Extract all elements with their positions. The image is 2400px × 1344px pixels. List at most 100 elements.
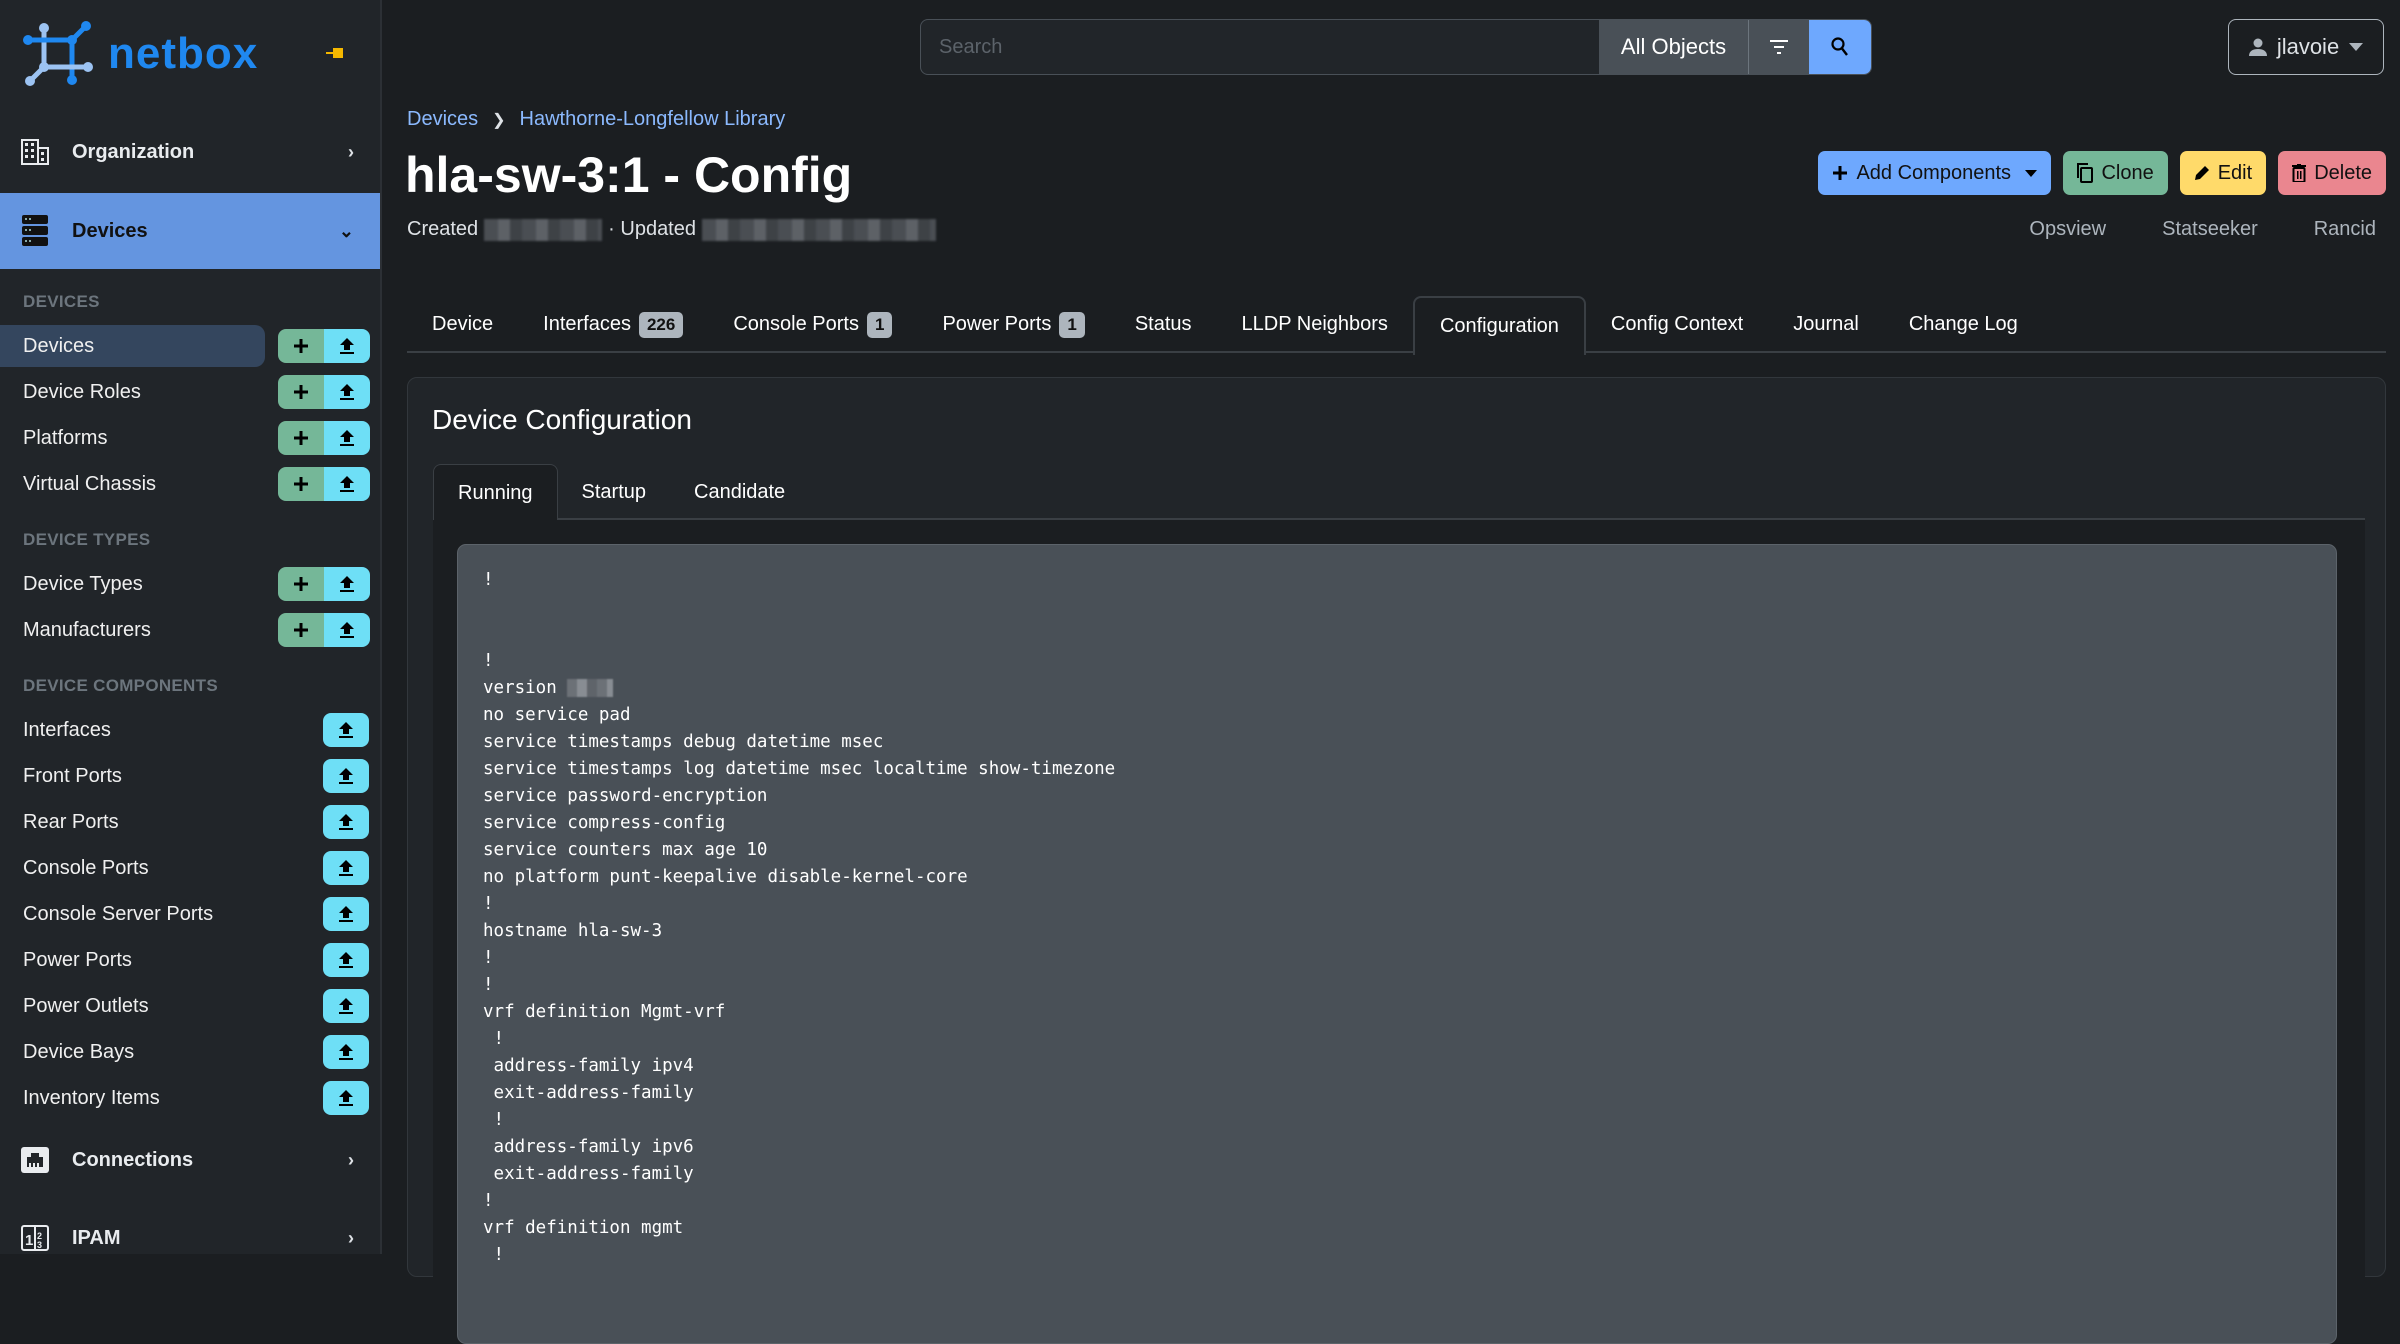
sidebar-item-inventory-items[interactable]: Inventory Items	[0, 1077, 265, 1119]
link-statseeker[interactable]: Statseeker	[2162, 218, 2258, 241]
import-button[interactable]	[323, 805, 369, 839]
import-button[interactable]	[323, 759, 369, 793]
link-rancid[interactable]: Rancid	[2314, 218, 2376, 241]
config-text: version	[483, 678, 568, 698]
tab-device[interactable]: Device	[407, 296, 518, 353]
import-button[interactable]	[323, 851, 369, 885]
netbox-logo-icon	[23, 21, 93, 86]
subtab-candidate[interactable]: Candidate	[670, 464, 809, 520]
add-button[interactable]	[278, 467, 324, 501]
link-opsview[interactable]: Opsview	[2029, 218, 2106, 241]
redacted-value	[567, 679, 614, 697]
item-actions	[278, 467, 370, 501]
import-button[interactable]	[323, 713, 369, 747]
config-line: hostname hla-sw-3	[483, 921, 663, 941]
server-icon	[20, 215, 50, 246]
upload-icon	[340, 384, 354, 400]
breadcrumb-link-site[interactable]: Hawthorne-Longfellow Library	[520, 108, 786, 131]
tab-power-ports[interactable]: Power Ports 1	[917, 296, 1109, 353]
section-title: DEVICES	[23, 292, 100, 311]
tab-label: Interfaces	[543, 313, 631, 335]
sidebar-item-power-ports[interactable]: Power Ports	[0, 939, 265, 981]
sidebar-item-front-ports[interactable]: Front Ports	[0, 755, 265, 797]
subtab-running[interactable]: Running	[433, 464, 558, 522]
import-button[interactable]	[324, 613, 370, 647]
breadcrumb-link-devices[interactable]: Devices	[407, 108, 478, 131]
import-button[interactable]	[323, 1035, 369, 1069]
sidebar-item-console-server-ports[interactable]: Console Server Ports	[0, 893, 265, 935]
item-actions	[323, 851, 369, 885]
sidebar-item-console-ports[interactable]: Console Ports	[0, 847, 265, 889]
import-button[interactable]	[323, 943, 369, 977]
upload-icon	[339, 768, 353, 784]
search-button[interactable]	[1809, 20, 1871, 74]
search-input[interactable]	[921, 20, 1599, 74]
tab-label: LLDP Neighbors	[1241, 313, 1388, 335]
sidebar-item-device-bays[interactable]: Device Bays	[0, 1031, 265, 1073]
created-label: Created	[407, 218, 479, 240]
import-button[interactable]	[324, 329, 370, 363]
tab-journal[interactable]: Journal	[1768, 296, 1884, 353]
delete-button[interactable]: Delete	[2278, 151, 2386, 195]
import-button[interactable]	[323, 897, 369, 931]
add-button[interactable]	[278, 613, 324, 647]
svg-text:1: 1	[25, 1232, 33, 1249]
netbox-logo[interactable]: netbox	[22, 18, 258, 90]
tab-status[interactable]: Status	[1110, 296, 1217, 353]
tab-lldp-neighbors[interactable]: LLDP Neighbors	[1217, 296, 1413, 353]
tab-interfaces[interactable]: Interfaces 226	[518, 296, 708, 353]
import-button[interactable]	[324, 375, 370, 409]
tab-configuration[interactable]: Configuration	[1412, 296, 1586, 355]
add-button[interactable]	[278, 421, 324, 455]
pencil-icon	[2194, 166, 2209, 180]
breadcrumb: Devices ❯ Hawthorne-Longfellow Library	[407, 108, 785, 131]
import-button[interactable]	[323, 989, 369, 1023]
import-button[interactable]	[324, 467, 370, 501]
import-button[interactable]	[323, 1081, 369, 1115]
sidebar-item-interfaces[interactable]: Interfaces	[0, 709, 265, 751]
sidebar-item-power-outlets[interactable]: Power Outlets	[0, 985, 265, 1027]
menu-devices[interactable]: Devices ⌄	[0, 193, 380, 269]
search-scope-select[interactable]: All Objects	[1599, 20, 1749, 74]
tab-label: Configuration	[1439, 315, 1559, 337]
trash-icon	[2292, 164, 2307, 182]
sidebar-item-virtual-chassis[interactable]: Virtual Chassis	[0, 463, 265, 505]
sidebar-item-platforms[interactable]: Platforms	[0, 417, 265, 459]
tab-label: Console Ports	[733, 313, 859, 335]
sidebar-item-manufacturers[interactable]: Manufacturers	[0, 609, 265, 651]
sidebar-item-devices[interactable]: Devices	[0, 325, 265, 367]
filter-button[interactable]	[1749, 20, 1809, 74]
tab-console-ports[interactable]: Console Ports 1	[708, 296, 917, 353]
subtab-startup[interactable]: Startup	[558, 464, 670, 520]
user-menu-button[interactable]: jlavoie	[2228, 19, 2384, 75]
upload-icon	[339, 1044, 353, 1060]
sidebar-item-rear-ports[interactable]: Rear Ports	[0, 801, 265, 843]
item-actions	[323, 713, 369, 747]
config-line: service password-encryption	[483, 786, 768, 806]
add-button[interactable]	[278, 329, 324, 363]
menu-organization[interactable]: Organization ›	[0, 114, 380, 190]
pin-icon[interactable]	[326, 44, 344, 62]
upload-icon	[340, 430, 354, 446]
menu-connections[interactable]: Connections ›	[0, 1122, 380, 1198]
section-title: DEVICE COMPONENTS	[23, 676, 218, 695]
filter-icon	[1770, 40, 1788, 54]
item-actions	[323, 897, 369, 931]
tab-change-log[interactable]: Change Log	[1884, 296, 2043, 353]
chevron-down-icon: ⌄	[338, 220, 354, 241]
edit-button[interactable]: Edit	[2179, 151, 2267, 195]
add-button[interactable]	[278, 375, 324, 409]
sidebar-item-device-roles[interactable]: Device Roles	[0, 371, 265, 413]
import-button[interactable]	[324, 567, 370, 601]
count-badge: 1	[866, 311, 893, 338]
add-button[interactable]	[278, 567, 324, 601]
tab-config-context[interactable]: Config Context	[1586, 296, 1768, 353]
brand-name: netbox	[108, 29, 259, 78]
import-button[interactable]	[324, 421, 370, 455]
clone-button[interactable]: Clone	[2063, 151, 2168, 195]
plus-icon	[294, 385, 308, 399]
add-components-button[interactable]: Add Components	[1818, 151, 2052, 195]
menu-label: IPAM	[72, 1226, 121, 1249]
menu-ipam[interactable]: 123 IPAM ›	[0, 1200, 380, 1254]
sidebar-item-device-types[interactable]: Device Types	[0, 563, 265, 605]
